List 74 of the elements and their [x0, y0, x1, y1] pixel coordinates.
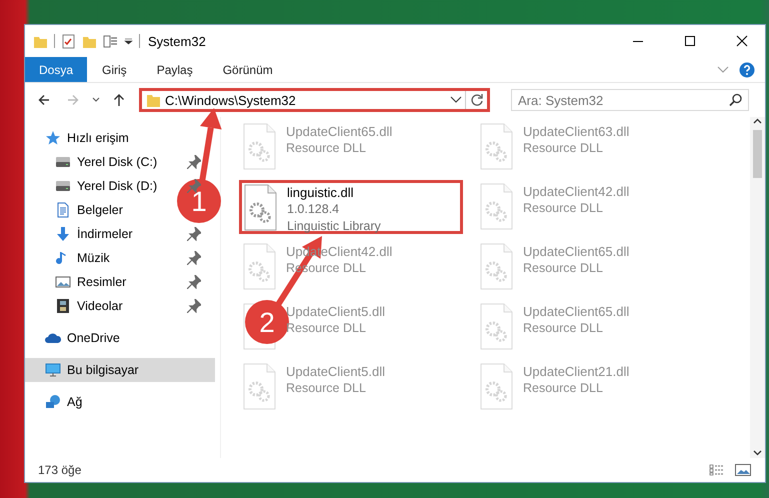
search-icon	[729, 93, 743, 107]
chevron-down-icon	[717, 66, 729, 74]
file-name: UpdateClient5.dll	[286, 303, 386, 320]
star-icon	[45, 130, 61, 146]
scroll-down-icon	[752, 448, 763, 458]
scrollbar-thumb[interactable]	[753, 130, 762, 178]
file-detail: Resource DLL	[286, 140, 367, 157]
vertical-scrollbar[interactable]	[750, 117, 765, 458]
file-name: UpdateClient65.dll	[523, 243, 630, 260]
file-name: UpdateClient21.dll	[523, 363, 630, 380]
dll-file-icon	[480, 243, 513, 290]
folder-icon	[146, 92, 161, 108]
file-detail: Resource DLL	[286, 320, 367, 337]
navigation-item[interactable]: Müzik	[25, 246, 215, 270]
document-icon	[55, 202, 71, 218]
network-icon	[45, 394, 61, 410]
navigation-item[interactable]: Yerel Disk (C:)	[25, 150, 215, 174]
minimize-icon	[633, 40, 643, 42]
navigation-item[interactable]: Hızlı erişim	[25, 126, 215, 150]
drive-icon	[55, 154, 71, 170]
close-icon	[734, 33, 750, 49]
picture-icon	[735, 464, 751, 476]
dll-file-icon	[480, 183, 513, 230]
file-detail: Resource DLL	[523, 380, 604, 397]
file-detail: Resource DLL	[523, 200, 604, 217]
file-detail: Resource DLL	[523, 140, 604, 157]
drive-icon	[55, 178, 71, 194]
file-item[interactable]: linguistic.dll 1.0.128.4 Linguistic Library	[239, 180, 463, 234]
ribbon-tab[interactable]: Dosya	[25, 57, 88, 82]
picture-icon	[55, 274, 71, 290]
item-count: 173 öğe	[38, 463, 82, 477]
search-field[interactable]: Ara: System32	[511, 89, 749, 111]
file-name: UpdateClient5.dll	[286, 363, 386, 380]
monitor-icon	[45, 362, 61, 378]
large-icons-view-button[interactable]	[733, 462, 753, 478]
file-name: linguistic.dll	[287, 184, 354, 201]
chevron-down-icon	[450, 96, 462, 104]
navigation-item[interactable]: Bu bilgisayar	[25, 358, 215, 382]
file-detail: Resource DLL	[286, 380, 367, 397]
navigation-item[interactable]: OneDrive	[25, 326, 215, 350]
help-icon	[739, 62, 755, 78]
properties-icon	[103, 34, 118, 48]
file-detail: Resource DLL	[523, 260, 604, 277]
refresh-icon	[470, 93, 484, 107]
details-list-icon	[709, 464, 725, 476]
navigation-item[interactable]: İndirmeler	[25, 222, 215, 246]
checklist-icon	[61, 34, 76, 48]
file-detail: Linguistic Library	[287, 218, 381, 235]
ribbon-tab[interactable]: Giriş	[87, 57, 142, 82]
file-name: UpdateClient65.dll	[523, 303, 630, 320]
navigation-item[interactable]: Videolar	[25, 294, 215, 318]
ribbon-tab[interactable]: Görünüm	[208, 57, 288, 82]
navigation-item[interactable]: Resimler	[25, 270, 215, 294]
window-title: System32	[148, 34, 207, 48]
file-detail: 1.0.128.4	[287, 201, 340, 218]
file-name: UpdateClient63.dll	[523, 123, 630, 140]
dll-file-icon	[244, 184, 277, 231]
file-name: UpdateClient65.dll	[286, 123, 392, 140]
ribbon-tab[interactable]: Paylaş	[142, 57, 208, 82]
address-bar[interactable]: C:\Windows\System32	[139, 88, 490, 112]
film-icon	[55, 298, 71, 314]
dll-file-icon	[243, 363, 276, 410]
download-arrow-icon	[55, 226, 71, 242]
dll-file-icon	[480, 363, 513, 410]
step-badge: 1	[177, 179, 221, 223]
dll-file-icon	[243, 243, 276, 290]
dll-file-icon	[480, 123, 513, 170]
navigation-item[interactable]: Ağ	[25, 390, 215, 414]
dll-file-icon	[243, 123, 276, 170]
file-detail: Resource DLL	[523, 320, 604, 337]
maximize-icon	[682, 33, 698, 49]
file-name: UpdateClient42.dll	[523, 183, 630, 200]
address-path: C:\Windows\System32	[165, 92, 297, 108]
dll-file-icon	[480, 303, 513, 350]
